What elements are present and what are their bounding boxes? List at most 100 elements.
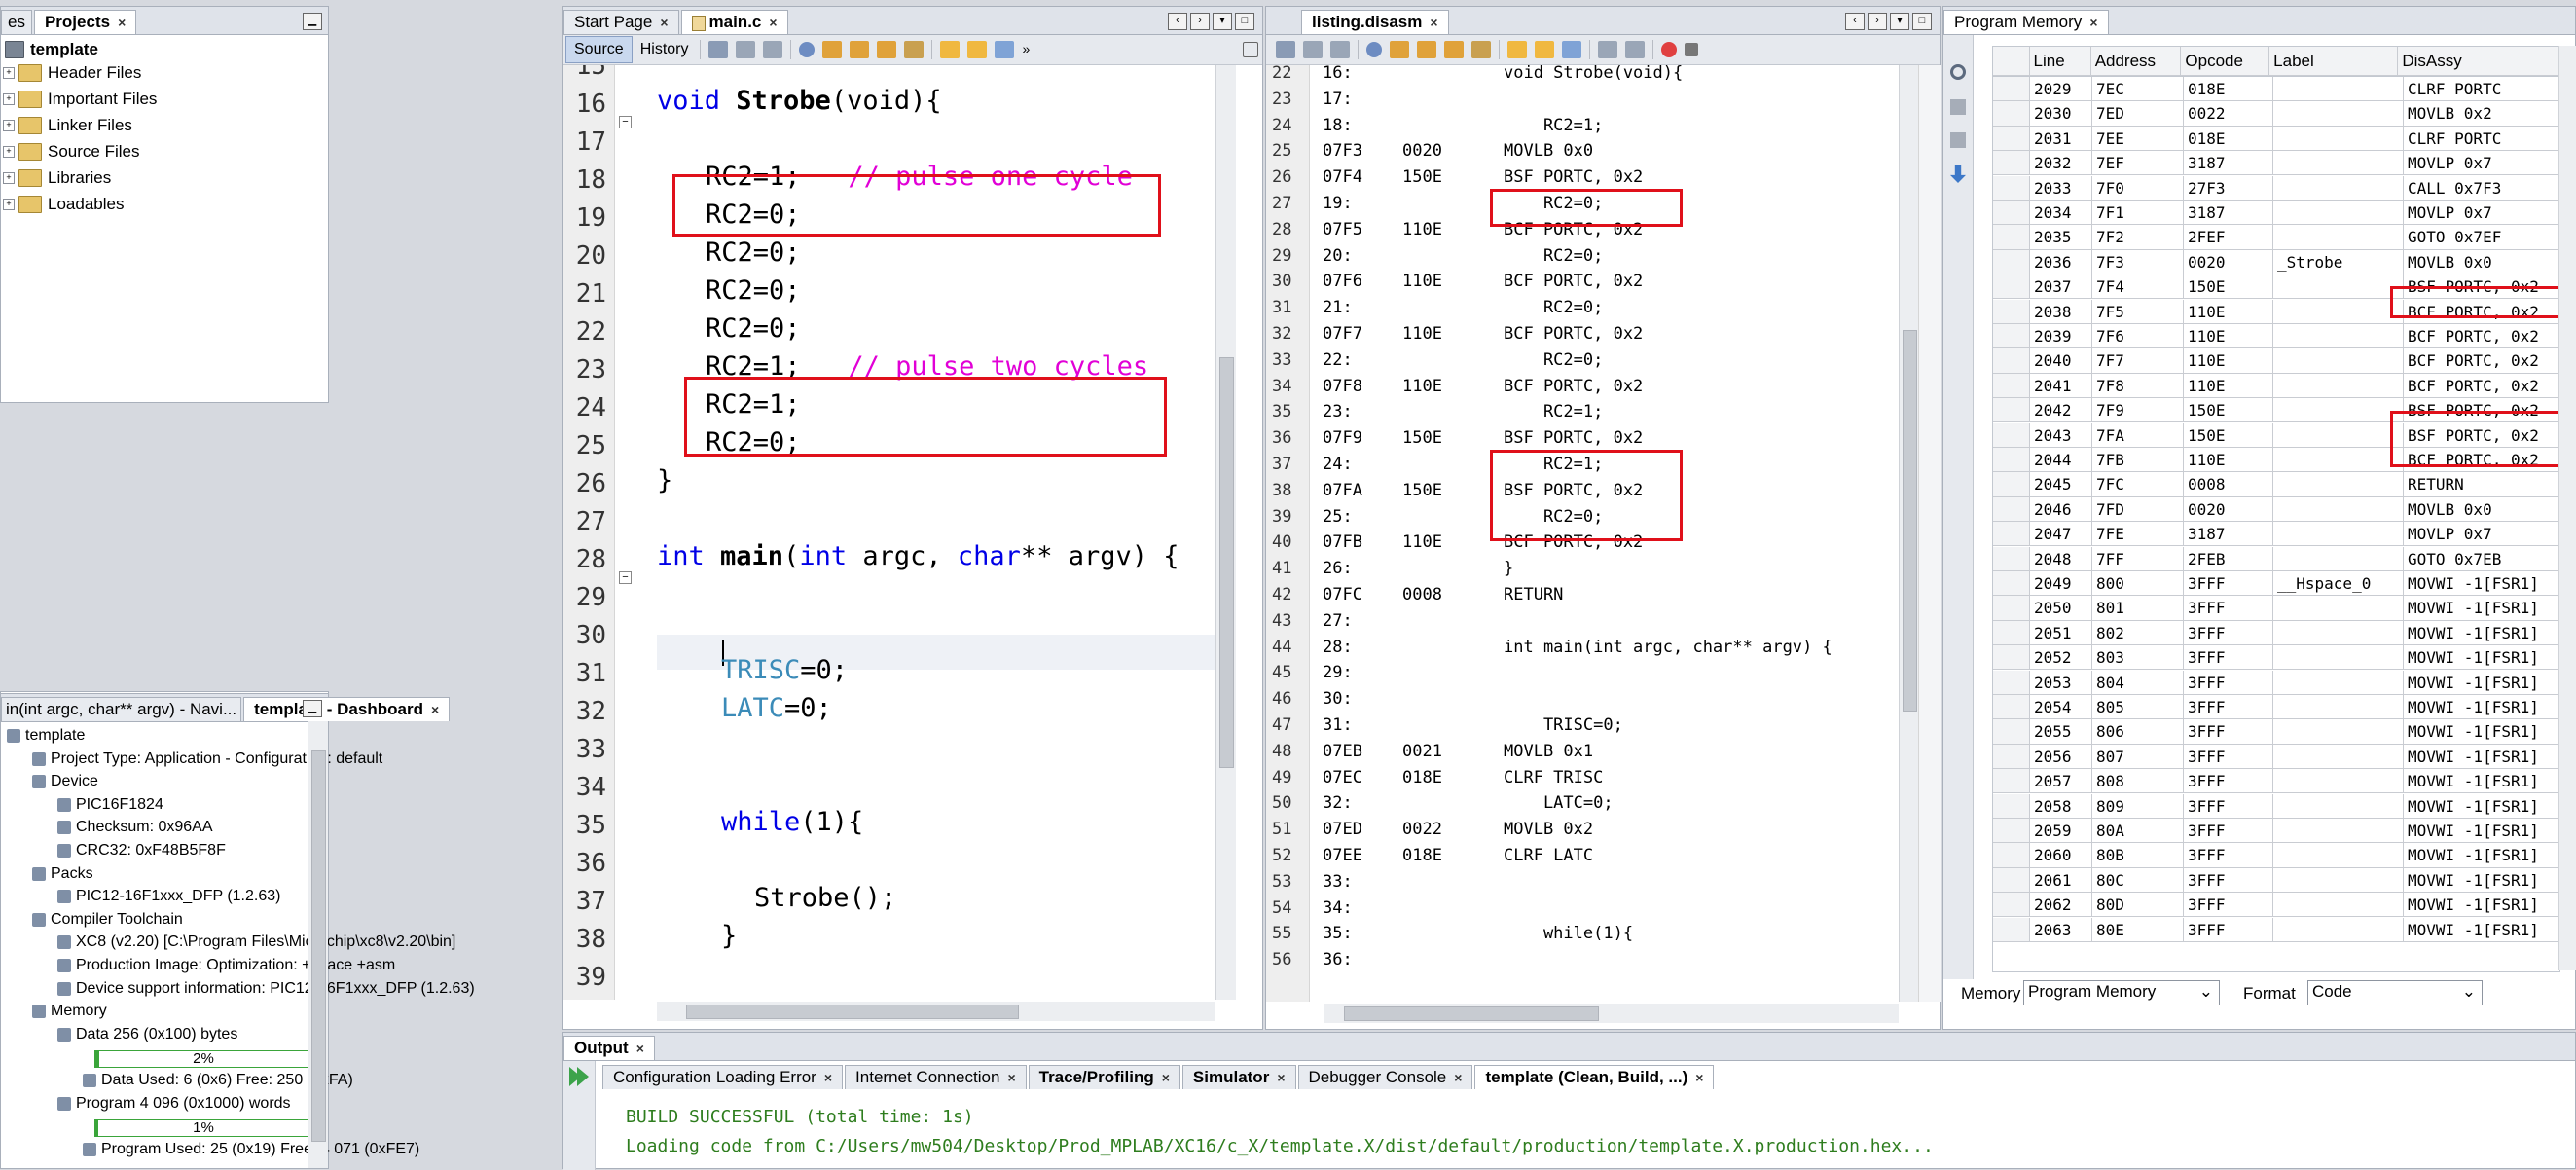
scroll-thumb[interactable] — [311, 750, 326, 1142]
search-icon[interactable] — [1950, 64, 1966, 80]
table-row[interactable]: 2060 80B 3FFF MOVWI -1[FSR1] — [1993, 843, 2559, 868]
scroll-tabs-left-icon[interactable]: ‹ — [1845, 13, 1865, 30]
scroll-thumb[interactable] — [1219, 357, 1234, 768]
output-tab[interactable]: Configuration Loading Error × — [602, 1065, 844, 1089]
previous-bookmark-icon[interactable] — [940, 41, 961, 58]
shift-right-icon[interactable] — [1625, 41, 1645, 58]
tree-item-loadables[interactable]: + Loadables — [3, 195, 124, 214]
table-row[interactable]: 2055 806 3FFF MOVWI -1[FSR1] — [1993, 719, 2559, 745]
tree-item-linker-files[interactable]: + Linker Files — [3, 116, 132, 135]
shift-left-icon[interactable] — [1598, 41, 1617, 58]
output-tab[interactable]: Trace/Profiling × — [1028, 1065, 1180, 1089]
more-icon[interactable]: » — [1022, 41, 1041, 58]
dashboard-scrollbar[interactable] — [308, 721, 328, 1168]
xc8-version[interactable]: XC8 (v2.20) [C:\Program Files\Microchip\… — [57, 933, 455, 951]
device-support[interactable]: Device support information: PIC12-16F1xx… — [57, 980, 475, 998]
tab-list-icon[interactable]: ▾ — [1890, 13, 1909, 30]
table-row[interactable]: 2063 80E 3FFF MOVWI -1[FSR1] — [1993, 917, 2559, 942]
scroll-thumb[interactable] — [1903, 330, 1917, 712]
record-macro-icon[interactable] — [1661, 42, 1677, 57]
maximize-icon[interactable]: □ — [1912, 13, 1932, 30]
crc32[interactable]: CRC32: 0xF48B5F8F — [57, 842, 226, 859]
goto-pc-icon[interactable] — [1950, 132, 1966, 148]
checksum[interactable]: Checksum: 0x96AA — [57, 819, 213, 836]
close-icon[interactable]: × — [1007, 1070, 1015, 1085]
minimize-icon[interactable]: ▁ — [303, 700, 322, 717]
previous-bookmark-icon[interactable] — [1507, 41, 1527, 58]
close-icon[interactable]: × — [2089, 15, 2097, 30]
disasm-vscroll[interactable] — [1899, 65, 1919, 1002]
code-editor[interactable]: 15 16 17 18 19 20 21 22 23 24 25 26 27 28 29 30 31 32 33 34… — [563, 65, 1215, 1000]
fold-icon[interactable]: − — [619, 571, 632, 584]
editor-vscroll[interactable] — [1215, 65, 1236, 1000]
table-row[interactable]: 2061 80C 3FFF MOVWI -1[FSR1] — [1993, 867, 2559, 894]
scroll-tabs-right-icon[interactable]: › — [1868, 13, 1887, 30]
close-icon[interactable]: × — [769, 15, 777, 30]
table-row[interactable]: 2050 801 3FFF MOVWI -1[FSR1] — [1993, 596, 2559, 621]
expand-icon[interactable]: + — [3, 199, 15, 210]
program-used[interactable]: Program Used: 25 (0x19) Free: 4 071 (0xF… — [83, 1141, 419, 1158]
tab-listing-disasm[interactable]: listing.disasm × — [1301, 10, 1449, 34]
format-select[interactable]: Code ⌄ — [2307, 980, 2483, 1005]
table-row[interactable]: 2029 7EC 018E CLRF PORTC — [1993, 77, 2559, 102]
find-icon[interactable] — [1366, 42, 1382, 57]
find-previous-icon[interactable] — [822, 41, 843, 58]
table-row[interactable]: 2048 7FF 2FEB GOTO 0x7EB — [1993, 546, 2559, 571]
table-row[interactable]: 2062 80D 3FFF MOVWI -1[FSR1] — [1993, 893, 2559, 918]
expand-icon[interactable]: + — [3, 172, 15, 184]
last-edit-icon[interactable] — [708, 41, 729, 58]
tab-navigator[interactable]: in(int argc, char** argv) - Navi... — [1, 697, 242, 721]
disasm-content[interactable]: 22 16: void Strobe(void){23 17: 24 18: RC2=1;… — [1266, 65, 1899, 1002]
device[interactable]: Device — [32, 773, 98, 790]
close-icon[interactable]: × — [1695, 1070, 1703, 1085]
pm-vscroll[interactable] — [2558, 46, 2576, 970]
expand-icon[interactable]: + — [3, 120, 15, 131]
table-row[interactable]: 2054 805 3FFF MOVWI -1[FSR1] — [1993, 695, 2559, 720]
close-icon[interactable]: × — [824, 1070, 832, 1085]
column-header[interactable]: Line — [2029, 47, 2091, 76]
close-icon[interactable]: × — [118, 15, 126, 30]
close-icon[interactable]: × — [1162, 1070, 1170, 1085]
forward-icon[interactable] — [1330, 41, 1350, 58]
table-row[interactable]: 2049 800 3FFF __Hspace_0 MOVWI -1[FSR1] — [1993, 571, 2559, 597]
forward-icon[interactable] — [763, 41, 783, 58]
toggle-highlight-icon[interactable] — [904, 41, 925, 58]
table-row[interactable]: 2039 7F6 110E BCF PORTC, 0x2 — [1993, 324, 2559, 349]
goto-icon[interactable] — [1950, 99, 1966, 115]
table-row[interactable]: 2031 7EE 018E CLRF PORTC — [1993, 126, 2559, 152]
find-selection-icon[interactable] — [877, 41, 897, 58]
table-row[interactable]: 2058 809 3FFF MOVWI -1[FSR1] — [1993, 793, 2559, 819]
output-tab[interactable]: Internet Connection × — [845, 1065, 1027, 1089]
maximize-icon[interactable]: □ — [1235, 13, 1254, 30]
find-selection-icon[interactable] — [1444, 41, 1464, 58]
device-name[interactable]: PIC16F1824 — [57, 796, 163, 814]
table-row[interactable]: 2045 7FC 0008 RETURN — [1993, 472, 2559, 497]
close-icon[interactable]: × — [1430, 15, 1437, 30]
table-row[interactable]: 2051 802 3FFF MOVWI -1[FSR1] — [1993, 620, 2559, 646]
toggle-bookmark-icon[interactable] — [995, 41, 1015, 58]
table-row[interactable]: 2040 7F7 110E BCF PORTC, 0x2 — [1993, 348, 2559, 374]
toggle-highlight-icon[interactable] — [1471, 41, 1491, 58]
stop-macro-icon[interactable] — [1685, 43, 1698, 56]
close-icon[interactable]: × — [1454, 1070, 1462, 1085]
back-icon[interactable] — [1303, 41, 1323, 58]
find-next-icon[interactable] — [1417, 41, 1436, 58]
table-row[interactable]: 2036 7F3 0020 _Strobe MOVLB 0x0 — [1993, 249, 2559, 275]
table-row[interactable]: 2032 7EF 3187 MOVLP 0x7 — [1993, 151, 2559, 176]
table-row[interactable]: 2059 80A 3FFF MOVWI -1[FSR1] — [1993, 819, 2559, 844]
last-edit-icon[interactable] — [1276, 41, 1295, 58]
rerun-icon[interactable] — [569, 1067, 589, 1086]
arrow-down-icon[interactable] — [1950, 165, 1966, 183]
tree-item-important-files[interactable]: + Important Files — [3, 90, 157, 109]
output-tab[interactable]: template (Clean, Build, ...) × — [1474, 1065, 1715, 1089]
tree-item-header-files[interactable]: + Header Files — [3, 63, 141, 83]
table-row[interactable]: 2053 804 3FFF MOVWI -1[FSR1] — [1993, 670, 2559, 695]
column-header[interactable]: Address — [2090, 47, 2182, 76]
column-header[interactable]: DisAssy — [2398, 47, 2559, 76]
project-type[interactable]: Project Type: Application - Configuratio… — [32, 750, 382, 768]
next-bookmark-icon[interactable] — [967, 41, 988, 58]
tab-start-page[interactable]: Start Page × — [563, 10, 679, 34]
tab-projects[interactable]: Projects × — [33, 10, 137, 34]
output-tab[interactable]: Simulator × — [1181, 1065, 1296, 1089]
table-row[interactable]: 2034 7F1 3187 MOVLP 0x7 — [1993, 201, 2559, 226]
